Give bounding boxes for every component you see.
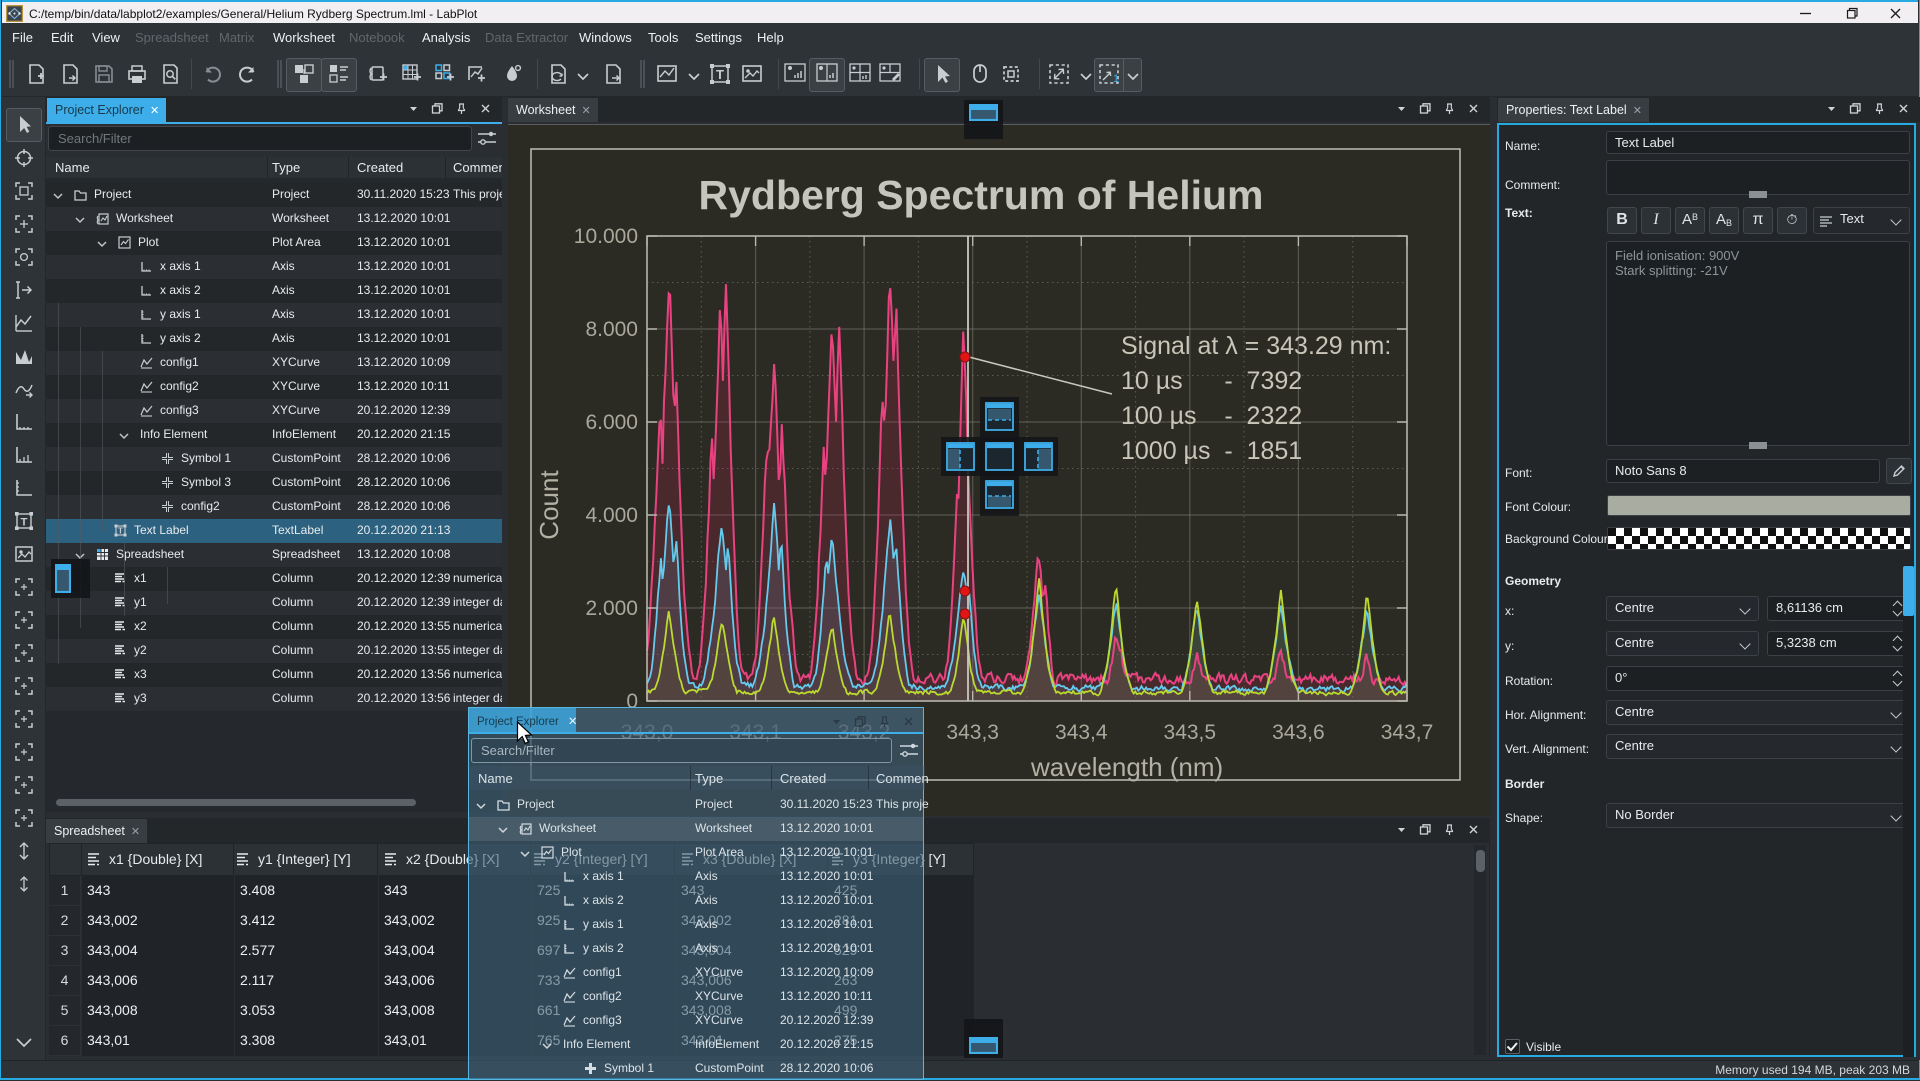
svg-text:T: T — [716, 67, 724, 82]
svg-text:343,4: 343,4 — [1055, 721, 1108, 744]
svg-text:343,5: 343,5 — [1164, 721, 1217, 744]
svg-text:wavelength (nm): wavelength (nm) — [1030, 752, 1223, 782]
svg-text:4.000: 4.000 — [585, 504, 638, 527]
svg-text:8.000: 8.000 — [585, 318, 638, 341]
svg-text:T: T — [21, 517, 28, 529]
svg-text:343,6: 343,6 — [1272, 721, 1325, 744]
svg-text:343,3: 343,3 — [946, 721, 999, 744]
svg-text:Signal at λ = 343.29 nm:: Signal at λ = 343.29 nm: — [1121, 332, 1391, 360]
svg-text:Count: Count — [534, 470, 564, 540]
svg-text:2.000: 2.000 — [585, 597, 638, 620]
svg-text:10 µs - 7392: 10 µs - 7392 — [1121, 367, 1302, 395]
svg-text:Rydberg Spectrum of Helium: Rydberg Spectrum of Helium — [699, 172, 1264, 218]
svg-text:1000 µs - 1851: 1000 µs - 1851 — [1121, 437, 1302, 465]
svg-text:T: T — [118, 527, 123, 536]
svg-text:100 µs - 2322: 100 µs - 2322 — [1121, 402, 1302, 430]
svg-text:6.000: 6.000 — [585, 411, 638, 434]
svg-text:1: 1 — [1113, 73, 1119, 85]
svg-text:10.000: 10.000 — [574, 225, 638, 248]
svg-text:343,7: 343,7 — [1381, 721, 1434, 744]
